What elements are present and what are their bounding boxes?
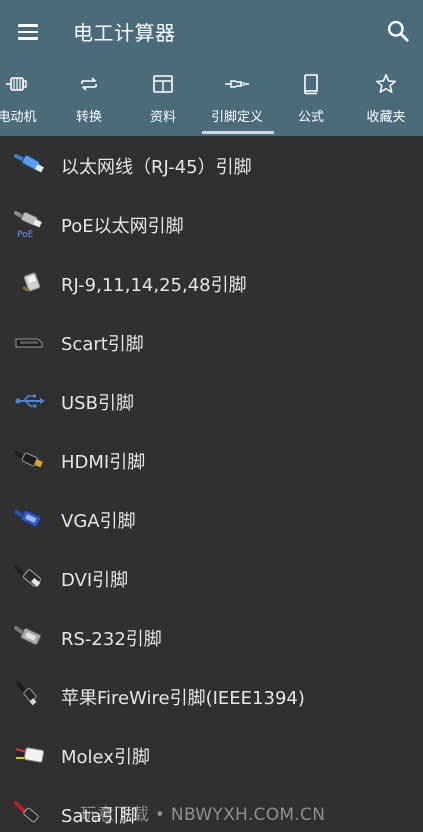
tab-label: 公式 (297, 110, 324, 125)
tab-favorites[interactable]: 收藏夹 (349, 64, 423, 136)
list-item[interactable]: DVI引脚 (0, 549, 423, 608)
hdmi-connector-icon (14, 451, 43, 468)
list-item-label: 以太网线（RJ-45）引脚 (61, 157, 252, 178)
watermark-text: 玩意下载 • NBWYXH.COM.CN (80, 805, 326, 825)
app-root: 电工计算器 电动机 转换 资料 引脚定义 公式 收藏夹 以太网线（RJ-45）引… (0, 0, 423, 832)
list-item-label: Scart引脚 (61, 334, 144, 355)
list-item[interactable]: PoE PoE以太网引脚 (0, 195, 423, 254)
motor-icon (6, 77, 27, 91)
app-title: 电工计算器 (73, 21, 176, 45)
list-item-label: HDMI引脚 (61, 452, 146, 473)
list-item[interactable]: Molex引脚 (0, 726, 423, 785)
rs232-connector-icon (14, 626, 42, 646)
star-icon (376, 74, 396, 93)
list-item-label: Molex引脚 (61, 747, 150, 768)
firewire-connector-icon (16, 681, 37, 706)
connector-icon (225, 80, 249, 88)
list-item-label: RJ-9,11,14,25,48引脚 (61, 275, 247, 296)
tab-label: 收藏夹 (366, 110, 406, 125)
list-item-label: PoE以太网引脚 (61, 216, 184, 237)
list-item[interactable]: 苹果FireWire引脚(IEEE1394) (0, 667, 423, 726)
search-icon[interactable] (385, 18, 411, 44)
molex-connector-icon (15, 747, 45, 763)
list-item-label: VGA引脚 (61, 511, 136, 532)
ethernet-cable-icon (14, 154, 44, 173)
tab-label: 引脚定义 (210, 110, 263, 125)
sata-connector-icon (14, 801, 39, 823)
book-icon (304, 74, 318, 95)
app-bar: 电工计算器 (0, 0, 423, 64)
tab-pinouts[interactable]: 引脚定义 (200, 64, 274, 136)
convert-icon (81, 77, 97, 91)
tab-bar: 电动机 转换 资料 引脚定义 公式 收藏夹 (0, 64, 423, 136)
list-item-label: RS-232引脚 (61, 629, 162, 650)
tab-formulas[interactable]: 公式 (274, 64, 348, 136)
svg-text:PoE: PoE (17, 230, 34, 239)
hamburger-menu-icon[interactable] (14, 18, 42, 46)
list-item-label: 苹果FireWire引脚(IEEE1394) (61, 688, 305, 709)
scart-connector-icon (15, 338, 43, 348)
list-item-label: DVI引脚 (61, 570, 129, 591)
tab-motor[interactable]: 电动机 (0, 64, 54, 136)
list-item[interactable]: 以太网线（RJ-45）引脚 (0, 136, 423, 195)
list-item-label: USB引脚 (61, 393, 134, 414)
list-item[interactable]: USB引脚 (0, 372, 423, 431)
usb-icon (15, 394, 45, 408)
tab-label: 转换 (75, 110, 102, 125)
tab-label: 电动机 (0, 110, 37, 125)
poe-cable-icon: PoE (14, 211, 42, 239)
vga-connector-icon (14, 509, 42, 528)
list-item[interactable]: RJ-9,11,14,25,48引脚 (0, 254, 423, 313)
list-item[interactable]: HDMI引脚 (0, 431, 423, 490)
list-item[interactable]: Scart引脚 (0, 313, 423, 372)
dvi-connector-icon (14, 565, 42, 587)
resources-icon (153, 75, 173, 93)
tab-resources[interactable]: 资料 (126, 64, 200, 136)
list-item[interactable]: RS-232引脚 (0, 608, 423, 667)
tab-selected-indicator (202, 131, 274, 134)
rj-connector-icon (22, 272, 41, 292)
pinout-list: 以太网线（RJ-45）引脚 PoE PoE以太网引脚 RJ-9,11,14,25… (0, 136, 423, 832)
tab-label: 资料 (149, 110, 176, 125)
tab-convert[interactable]: 转换 (52, 64, 126, 136)
list-item[interactable]: VGA引脚 (0, 490, 423, 549)
